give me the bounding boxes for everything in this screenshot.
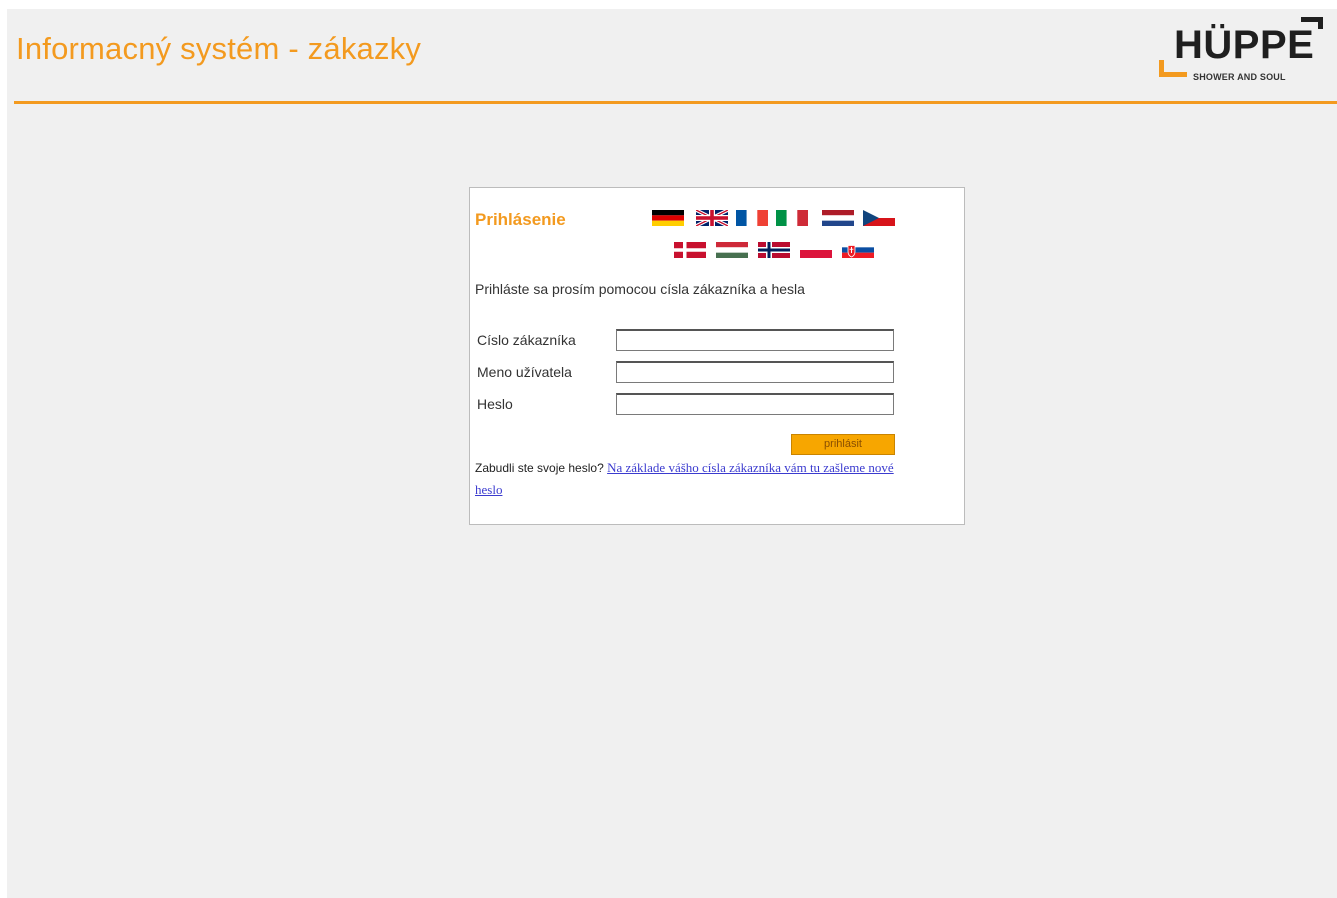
header-divider bbox=[14, 101, 1337, 104]
login-heading: Prihlásenie bbox=[475, 210, 566, 229]
app-title: Informacný systém - zákazky bbox=[16, 31, 422, 66]
uk-flag[interactable] bbox=[696, 210, 728, 226]
login-instruction: Prihláste sa prosím pomocou císla zákazn… bbox=[475, 281, 805, 297]
logo-tagline: SHOWER AND SOUL bbox=[1193, 72, 1286, 82]
password-label: Heslo bbox=[477, 396, 513, 412]
norwegian-flag[interactable] bbox=[758, 242, 790, 258]
page-background: Informacný systém - zákazky HÜPPE SHOWER… bbox=[7, 9, 1337, 898]
german-flag[interactable] bbox=[652, 210, 684, 226]
logo-wordmark: HÜPPE bbox=[1174, 23, 1315, 67]
customer-number-label: Císlo zákazníka bbox=[477, 332, 576, 348]
huppe-logo: HÜPPE SHOWER AND SOUL bbox=[1157, 15, 1337, 95]
hungarian-flag[interactable] bbox=[716, 242, 748, 258]
username-label: Meno užívatela bbox=[477, 364, 572, 380]
login-panel: Prihlásenie Prihláste sa prosím pomocou … bbox=[469, 187, 965, 525]
password-field[interactable] bbox=[616, 393, 894, 415]
french-flag[interactable] bbox=[736, 210, 768, 226]
login-button[interactable]: prihlásit bbox=[791, 434, 895, 455]
dutch-flag[interactable] bbox=[822, 210, 854, 226]
polish-flag[interactable] bbox=[800, 242, 832, 258]
username-field[interactable] bbox=[616, 361, 894, 383]
customer-number-field[interactable] bbox=[616, 329, 894, 351]
italian-flag[interactable] bbox=[776, 210, 808, 226]
czech-flag[interactable] bbox=[863, 210, 895, 226]
forgot-password-text: Zabudli ste svoje heslo? bbox=[475, 461, 604, 475]
danish-flag[interactable] bbox=[674, 242, 706, 258]
forgot-password-row: Zabudli ste svoje heslo? Na základe vášh… bbox=[475, 457, 915, 501]
slovak-flag[interactable] bbox=[842, 242, 874, 258]
